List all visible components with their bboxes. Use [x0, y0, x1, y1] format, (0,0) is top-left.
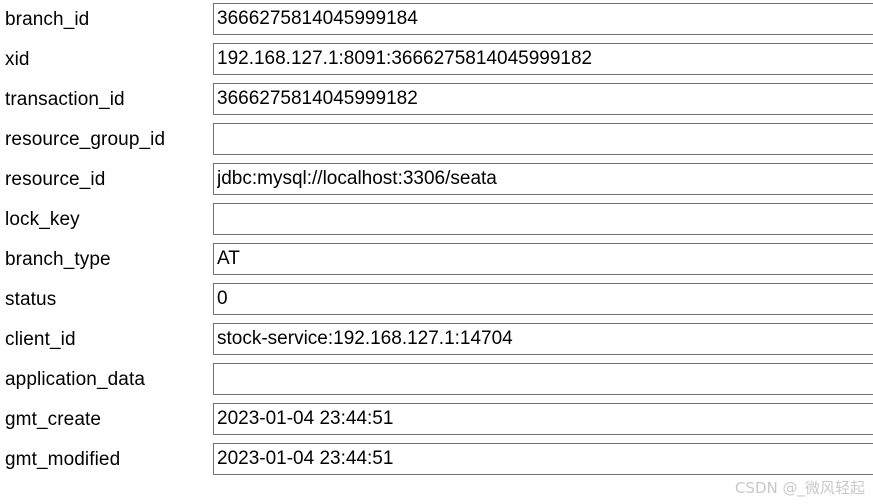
field-row: gmt_create — [0, 400, 873, 440]
field-input-resource-id[interactable] — [213, 163, 873, 195]
field-input-lock-key[interactable] — [213, 203, 873, 235]
field-input-client-id[interactable] — [213, 323, 873, 355]
field-row: xid — [0, 40, 873, 80]
field-row: application_data — [0, 360, 873, 400]
field-row: resource_id — [0, 160, 873, 200]
field-row: resource_group_id — [0, 120, 873, 160]
field-label-gmt-modified: gmt_modified — [5, 449, 121, 470]
field-input-gmt-modified[interactable] — [213, 443, 873, 475]
field-label-application-data: application_data — [5, 369, 145, 390]
field-input-resource-group-id[interactable] — [213, 123, 873, 155]
field-row: lock_key — [0, 200, 873, 240]
field-label-resource-id: resource_id — [5, 169, 106, 190]
field-row: branch_id — [0, 0, 873, 40]
field-input-transaction-id[interactable] — [213, 83, 873, 115]
field-row: transaction_id — [0, 80, 873, 120]
field-label-branch-type: branch_type — [5, 249, 111, 270]
field-input-status[interactable] — [213, 283, 873, 315]
field-input-xid[interactable] — [213, 43, 873, 75]
field-input-branch-id[interactable] — [213, 3, 873, 35]
field-label-client-id: client_id — [5, 329, 76, 350]
field-label-branch-id: branch_id — [5, 9, 90, 30]
field-input-branch-type[interactable] — [213, 243, 873, 275]
field-label-gmt-create: gmt_create — [5, 409, 102, 430]
field-label-transaction-id: transaction_id — [5, 89, 125, 110]
field-row: status — [0, 280, 873, 320]
field-row: gmt_modified — [0, 440, 873, 480]
field-row: client_id — [0, 320, 873, 360]
field-label-status: status — [5, 289, 57, 310]
field-label-lock-key: lock_key — [5, 209, 80, 230]
record-detail-form: branch_id xid transaction_id resource_gr… — [0, 0, 873, 504]
field-label-resource-group-id: resource_group_id — [5, 129, 166, 150]
field-input-application-data[interactable] — [213, 363, 873, 395]
field-label-xid: xid — [5, 49, 30, 70]
csdn-watermark: CSDN @_微风轻起 — [734, 479, 865, 497]
field-input-gmt-create[interactable] — [213, 403, 873, 435]
field-row: branch_type — [0, 240, 873, 280]
